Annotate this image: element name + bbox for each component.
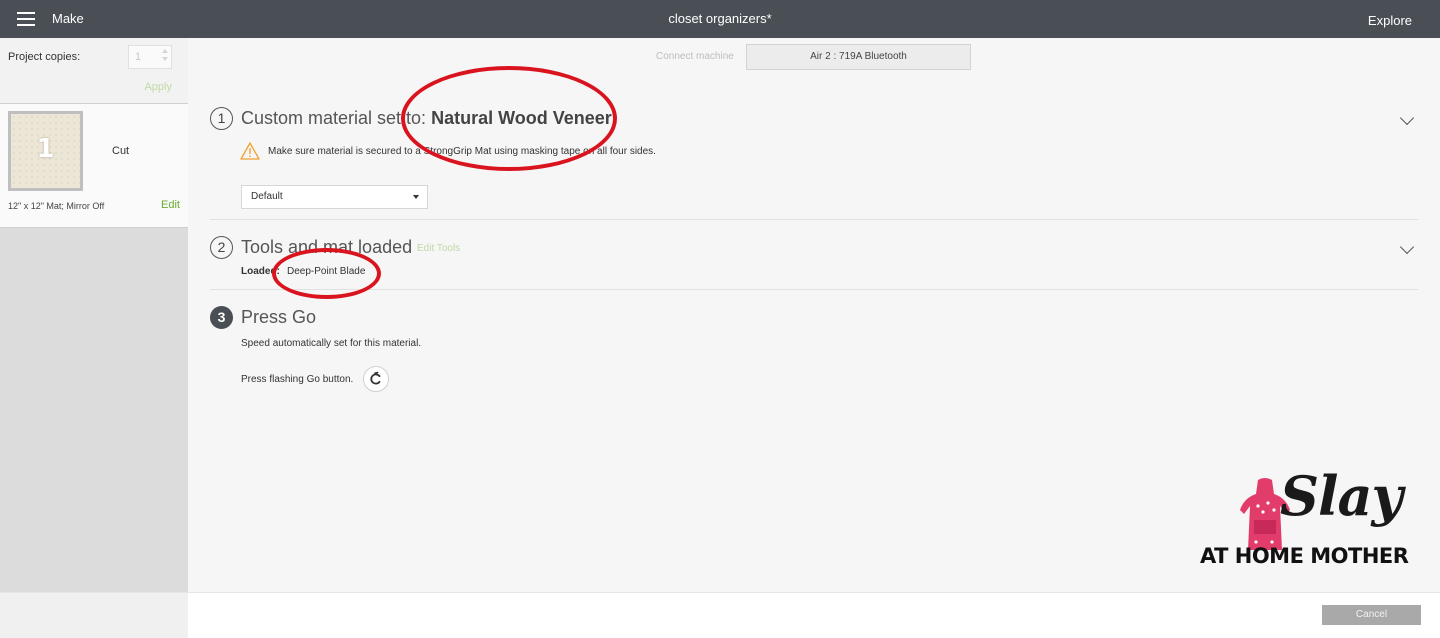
connect-machine-label: Connect machine (656, 51, 734, 62)
press-go-text: Press flashing Go button. (241, 374, 354, 385)
step-number-1: 1 (210, 107, 233, 130)
stepper-down-icon[interactable] (162, 57, 168, 61)
document-title: closet organizers* (668, 11, 772, 26)
mat-description: 12" x 12" Mat; Mirror Off (8, 201, 105, 211)
highlight-ellipse-blade (272, 248, 381, 299)
warning-icon (240, 142, 260, 160)
mat-action: Cut (112, 145, 130, 157)
project-copies-panel: Project copies: 1 Apply (0, 38, 188, 104)
project-copies-label: Project copies: (8, 51, 81, 63)
logo-brand: Slay (1280, 464, 1403, 528)
mat-edit-link[interactable]: Edit (161, 199, 180, 211)
caret-down-icon (413, 195, 419, 199)
go-button[interactable] (363, 366, 389, 392)
material-setting-dropdown[interactable]: Default (241, 185, 428, 209)
mat-thumbnail[interactable]: 1 (8, 111, 83, 191)
project-copies-input[interactable]: 1 (128, 45, 172, 69)
stepper-up-icon[interactable] (162, 49, 168, 53)
step-press-go: 3 Press Go Speed automatically set for t… (210, 306, 1418, 406)
go-icon (370, 371, 381, 385)
logo-subtitle: AT HOME MOTHER (1200, 544, 1409, 568)
top-bar: Make closet organizers* Explore (0, 0, 1440, 38)
step-material: 1 Custom material set to: Natural Wood V… (210, 107, 1418, 217)
chevron-down-icon[interactable] (1399, 110, 1415, 126)
step-number-3: 3 (210, 306, 233, 329)
bottom-bar-left (0, 593, 188, 638)
mat-item[interactable]: 1 Cut 12" x 12" Mat; Mirror Off Edit (0, 104, 188, 228)
bottom-bar: Cancel (0, 592, 1440, 638)
step-number-2: 2 (210, 236, 233, 259)
highlight-ellipse-material (401, 66, 617, 171)
apply-button[interactable]: Apply (144, 81, 172, 93)
project-copies-value: 1 (135, 51, 142, 63)
explore-button[interactable]: Explore (1368, 13, 1412, 28)
sidebar: Project copies: 1 Apply 1 Cut 12" x 12" … (0, 38, 188, 592)
divider (210, 289, 1418, 290)
watermark-logo: Slay AT HOME MOTHER (1198, 464, 1430, 575)
material-setting-value: Default (251, 191, 283, 202)
machine-select[interactable]: Air 2 : 719A Bluetooth (746, 44, 971, 70)
speed-text: Speed automatically set for this materia… (241, 338, 422, 349)
step-title-press-go: Press Go (241, 307, 317, 327)
copies-stepper[interactable] (161, 48, 169, 66)
edit-tools-link[interactable]: Edit Tools (417, 243, 460, 254)
mat-preview: 1 (11, 114, 80, 188)
mat-number: 1 (36, 134, 55, 164)
divider (210, 219, 1418, 220)
chevron-down-icon[interactable] (1399, 239, 1415, 255)
step-tools: 2 Tools and mat loaded Edit Tools Loaded… (210, 236, 1418, 286)
cancel-button[interactable]: Cancel (1322, 605, 1421, 625)
